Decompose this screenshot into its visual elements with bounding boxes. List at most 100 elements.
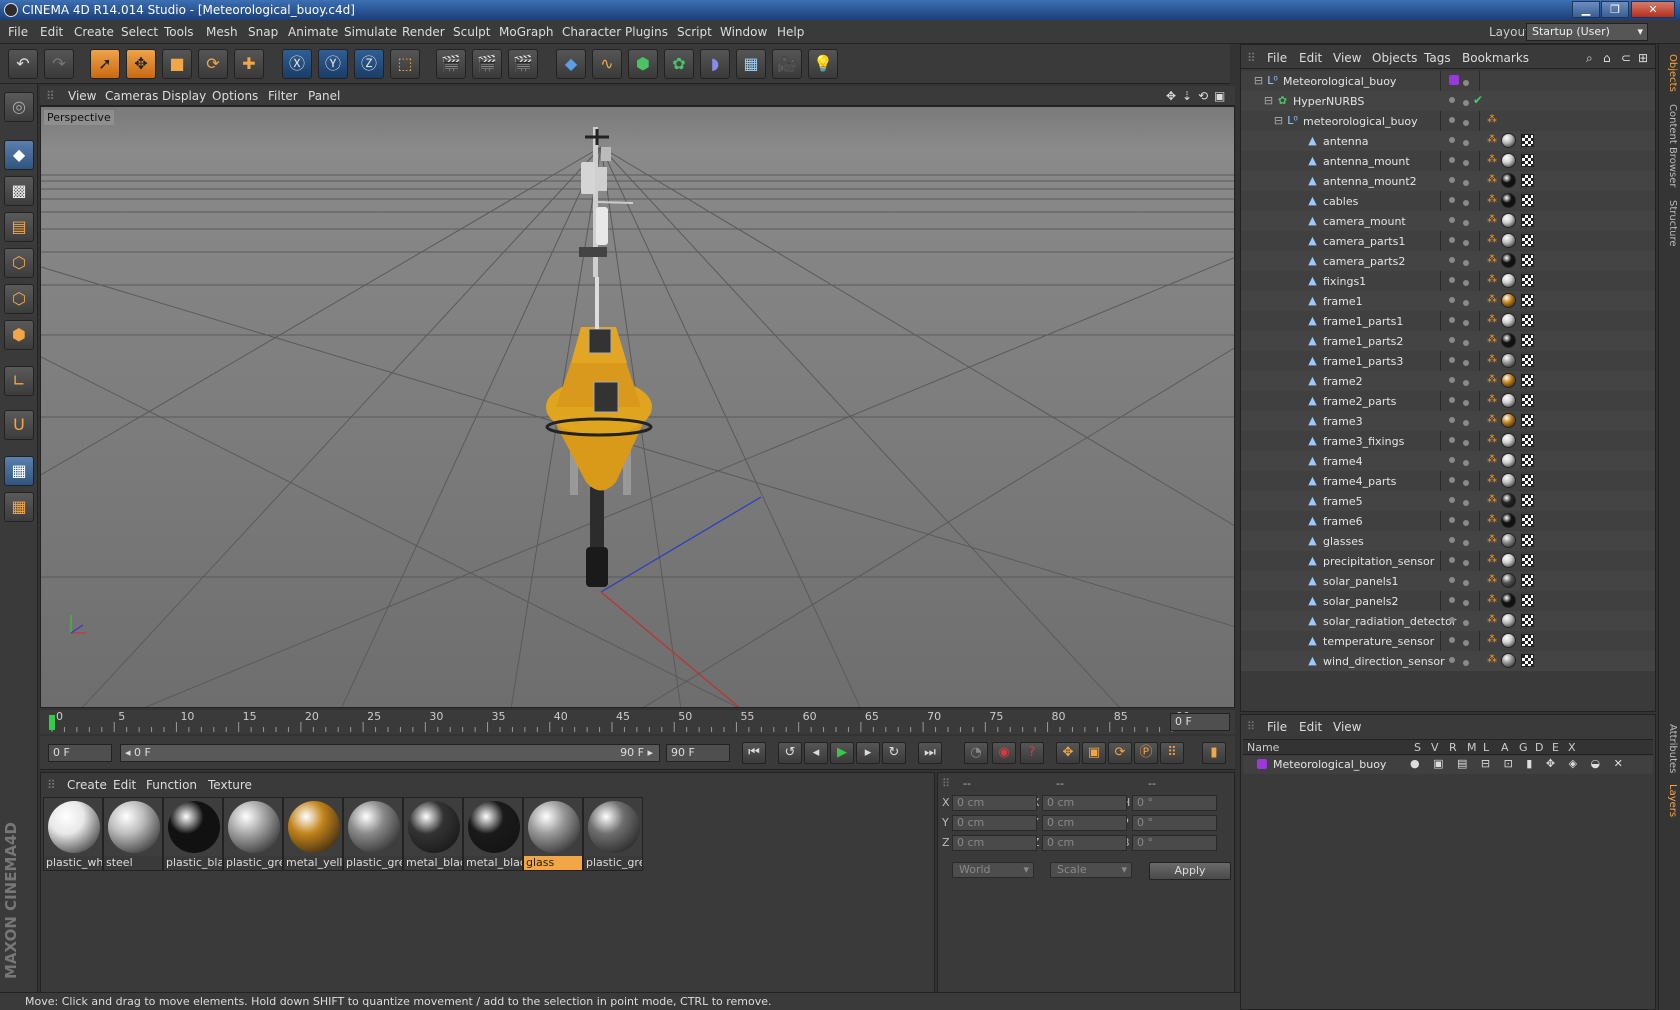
next-key-button[interactable]: ↻	[882, 742, 906, 764]
position-field[interactable]: 0 cm	[952, 795, 1037, 811]
material-swatch[interactable]: plastic_whi	[43, 797, 103, 871]
layer-column-header[interactable]: S	[1414, 741, 1421, 754]
render-visibility-dot[interactable]	[1463, 220, 1469, 226]
subdivision-button[interactable]: ⬢	[628, 49, 658, 79]
editor-visibility-dot[interactable]	[1449, 157, 1455, 163]
pen-spline-button[interactable]: ∿	[592, 49, 622, 79]
render-visibility-dot[interactable]	[1463, 160, 1469, 166]
uvw-tag-icon[interactable]	[1521, 294, 1534, 307]
go-to-start-button[interactable]: ⏮	[742, 742, 766, 764]
layer-column-header[interactable]: X	[1568, 741, 1576, 754]
end-frame-field[interactable]: 90 F	[666, 744, 730, 762]
expand-toggle-icon[interactable]	[1293, 235, 1304, 246]
object-row[interactable]: ▲ antenna ⁂	[1241, 131, 1655, 151]
phong-tag-icon[interactable]: ⁂	[1487, 155, 1497, 165]
material-menu-texture[interactable]: Texture	[208, 778, 252, 792]
phong-tag-icon[interactable]: ⁂	[1487, 635, 1497, 645]
editor-visibility-dot[interactable]	[1449, 177, 1455, 183]
expand-toggle-icon[interactable]	[1293, 555, 1304, 566]
rotate-button[interactable]: ⟳	[198, 49, 228, 79]
timeline-window-button[interactable]: ▮	[1202, 742, 1226, 764]
apply-button[interactable]: Apply	[1149, 862, 1231, 880]
material-tag-icon[interactable]	[1501, 433, 1516, 448]
render-visibility-dot[interactable]	[1463, 260, 1469, 266]
uvw-tag-icon[interactable]	[1521, 134, 1534, 147]
buoy-model[interactable]	[545, 127, 653, 587]
rotation-key-button[interactable]: ⟳	[1108, 742, 1132, 764]
material-tag-icon[interactable]	[1501, 613, 1516, 628]
position-field[interactable]: 0 cm	[952, 835, 1037, 851]
axis-mode-button[interactable]: ∟	[4, 366, 34, 396]
uvw-tag-icon[interactable]	[1521, 414, 1534, 427]
light-button[interactable]: 💡	[808, 49, 838, 79]
material-tag-icon[interactable]	[1501, 293, 1516, 308]
render-visibility-dot[interactable]	[1463, 660, 1469, 666]
phong-tag-icon[interactable]: ⁂	[1487, 455, 1497, 465]
layer-color-swatch[interactable]	[1257, 759, 1267, 769]
phong-tag-icon[interactable]: ⁂	[1487, 415, 1497, 425]
object-row[interactable]: ⊟ L⁰ Meteorological_buoy	[1241, 71, 1655, 91]
object-row[interactable]: ▲ antenna_mount2 ⁂	[1241, 171, 1655, 191]
render-visibility-dot[interactable]	[1463, 240, 1469, 246]
render-visibility-dot[interactable]	[1463, 440, 1469, 446]
object-row[interactable]: ▲ camera_parts2 ⁂	[1241, 251, 1655, 271]
material-tag-icon[interactable]	[1501, 653, 1516, 668]
object-row[interactable]: ▲ frame1_parts1 ⁂	[1241, 311, 1655, 331]
workplane-mode-button[interactable]: ▤	[4, 212, 34, 242]
phong-tag-icon[interactable]: ⁂	[1487, 235, 1497, 245]
object-row[interactable]: ▲ frame2 ⁂	[1241, 371, 1655, 391]
z-axis-button[interactable]: Ⓩ	[354, 49, 384, 79]
expand-toggle-icon[interactable]	[1293, 395, 1304, 406]
expand-toggle-icon[interactable]	[1293, 495, 1304, 506]
material-tag-icon[interactable]	[1501, 233, 1516, 248]
render-visibility-dot[interactable]	[1463, 500, 1469, 506]
expand-toggle-icon[interactable]	[1293, 595, 1304, 606]
menu-mesh[interactable]: Mesh	[206, 25, 238, 39]
object-row[interactable]: ▲ temperature_sensor ⁂	[1241, 631, 1655, 651]
render-visibility-dot[interactable]	[1463, 140, 1469, 146]
menu-edit[interactable]: Edit	[40, 25, 63, 39]
uvw-tag-icon[interactable]	[1521, 554, 1534, 567]
viewport-menu-view[interactable]: View	[68, 89, 96, 103]
material-menu-create[interactable]: Create	[67, 778, 107, 792]
viewport-menu-filter[interactable]: Filter	[268, 89, 298, 103]
render-visibility-dot[interactable]	[1463, 520, 1469, 526]
object-row[interactable]: ▲ frame6 ⁂	[1241, 511, 1655, 531]
menu-sculpt[interactable]: Sculpt	[453, 25, 490, 39]
render-visibility-dot[interactable]	[1463, 340, 1469, 346]
material-tag-icon[interactable]	[1501, 593, 1516, 608]
phong-tag-icon[interactable]: ⁂	[1487, 615, 1497, 625]
object-row[interactable]: ▲ glasses ⁂	[1241, 531, 1655, 551]
layer-menu-file[interactable]: File	[1267, 720, 1287, 734]
rotation-field[interactable]: 0 °	[1132, 835, 1217, 851]
go-to-end-button[interactable]: ⏭	[918, 742, 942, 764]
layer-row[interactable]: Meteorological_buoy ● ▣ ▤ ⊟ ⊡ ▮ ✥ ◈ ◒ ✕	[1243, 756, 1653, 774]
render-visibility-dot[interactable]	[1463, 100, 1469, 106]
object-row[interactable]: ▲ frame3 ⁂	[1241, 411, 1655, 431]
size-mode-dropdown[interactable]: Scale ▾	[1050, 862, 1132, 878]
material-tag-icon[interactable]	[1501, 193, 1516, 208]
render-visibility-dot[interactable]	[1463, 400, 1469, 406]
uvw-tag-icon[interactable]	[1521, 434, 1534, 447]
render-visibility-dot[interactable]	[1463, 320, 1469, 326]
menu-script[interactable]: Script	[677, 25, 712, 39]
phong-tag-icon[interactable]: ⁂	[1487, 515, 1497, 525]
object-row[interactable]: ▲ frame4 ⁂	[1241, 451, 1655, 471]
editor-visibility-dot[interactable]	[1449, 217, 1455, 223]
viewport-menu-cameras[interactable]: Cameras	[105, 89, 158, 103]
back-icon[interactable]: ⊂	[1621, 51, 1631, 65]
phong-tag-icon[interactable]: ⁂	[1487, 355, 1497, 365]
expand-toggle-icon[interactable]	[1293, 615, 1304, 626]
viewport-menu-display[interactable]: Display	[162, 89, 206, 103]
phong-tag-icon[interactable]: ⁂	[1487, 435, 1497, 445]
object-row[interactable]: ⊟ ✿ HyperNURBS ✔	[1241, 91, 1655, 111]
phong-tag-icon[interactable]: ⁂	[1487, 535, 1497, 545]
material-tag-icon[interactable]	[1501, 553, 1516, 568]
edit-render-settings-button[interactable]: 🎬	[508, 49, 538, 79]
editor-visibility-dot[interactable]	[1449, 97, 1455, 103]
menu-character[interactable]: Character	[562, 25, 621, 39]
uvw-tag-icon[interactable]	[1521, 234, 1534, 247]
phong-tag-icon[interactable]: ⁂	[1487, 495, 1497, 505]
render-visibility-dot[interactable]	[1463, 420, 1469, 426]
phong-tag-icon[interactable]: ⁂	[1487, 375, 1497, 385]
